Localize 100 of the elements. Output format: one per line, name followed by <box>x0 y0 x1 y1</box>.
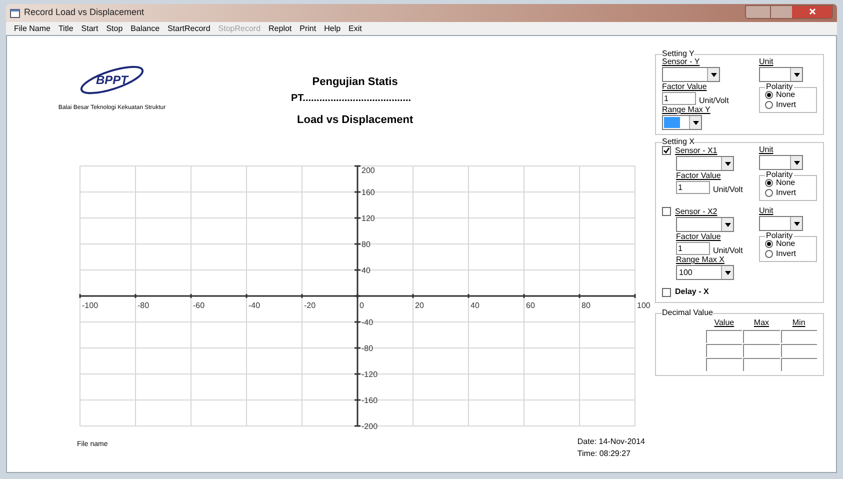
tick-label: 0 <box>360 301 364 310</box>
menu-item[interactable]: File Name <box>14 24 50 32</box>
menu-item[interactable]: Balance <box>130 24 160 32</box>
dropdown[interactable] <box>662 115 702 130</box>
column-header: Max <box>752 317 770 329</box>
dropdown[interactable] <box>676 156 734 171</box>
tick-label: -60 <box>193 301 205 310</box>
dropdown[interactable] <box>759 216 803 231</box>
menu-item[interactable]: Help <box>324 24 341 32</box>
unit-per-volt-label: Unit/Volt <box>713 186 743 194</box>
radio-button[interactable] <box>765 101 773 109</box>
dropdown[interactable] <box>759 155 803 170</box>
tick-label: 20 <box>415 301 424 310</box>
tick-label: 120 <box>362 214 375 223</box>
tick-label: 200 <box>362 166 375 175</box>
radio-button[interactable] <box>765 250 773 258</box>
tick-label: -160 <box>362 396 378 405</box>
field-label: Unit <box>759 207 774 215</box>
menu-item[interactable]: StartRecord <box>168 24 210 32</box>
report-title: Pengujian Statis <box>312 75 398 90</box>
field-label: Unit <box>759 146 774 154</box>
checkbox[interactable] <box>662 288 671 296</box>
menu-item[interactable]: Title <box>58 24 74 32</box>
chart-title: Load vs Displacement <box>297 112 414 128</box>
field-label: Factor Value <box>676 233 722 241</box>
close-icon[interactable] <box>792 6 832 18</box>
dropdown[interactable] <box>759 67 803 82</box>
window-title: Record Load vs Displacement <box>24 6 144 20</box>
menu-item[interactable]: Stop <box>106 24 123 32</box>
field-label: Sensor - Y <box>662 58 701 66</box>
dropdown[interactable]: 100 <box>676 265 734 280</box>
tick-label: -100 <box>82 301 98 310</box>
menu-item[interactable]: Print <box>300 24 316 32</box>
factor-input[interactable]: 1 <box>676 181 710 194</box>
field-label: Sensor - X2 <box>675 208 718 216</box>
group-title: Setting Y <box>662 50 694 58</box>
field-label: Range Max Y <box>662 106 712 114</box>
menu-item[interactable]: Exit <box>348 24 362 32</box>
checkbox[interactable] <box>662 146 671 155</box>
radio-label: None <box>776 240 796 248</box>
value-field[interactable] <box>743 344 780 357</box>
group-title: Decimal Value <box>662 309 713 317</box>
value-field[interactable] <box>780 330 817 343</box>
radio-label: Invert <box>776 250 796 258</box>
unit-per-volt-label: Unit/Volt <box>699 97 729 105</box>
dropdown-value: 100 <box>678 268 694 276</box>
group-title: Polarity <box>765 83 794 91</box>
tick-label: -80 <box>362 344 374 353</box>
menu-item[interactable]: Replot <box>268 24 292 32</box>
tick-label: 80 <box>362 240 370 249</box>
radio-button[interactable] <box>765 91 773 99</box>
column-header: Min <box>791 317 806 329</box>
group-title: Setting X <box>662 138 694 146</box>
factor-input[interactable]: 1 <box>662 92 696 105</box>
field-label: Factor Value <box>662 83 708 91</box>
tick-label: 60 <box>526 301 535 310</box>
logo-text: BPPT <box>96 72 128 89</box>
app-icon <box>10 8 20 18</box>
tick-label: 100 <box>637 301 650 310</box>
dropdown[interactable] <box>676 217 734 232</box>
field-label: Range Max X <box>676 256 726 264</box>
tick-label: -80 <box>138 301 150 310</box>
value-field[interactable] <box>743 358 780 371</box>
tick-label: -200 <box>362 422 378 431</box>
time-label: Time: 08:29:27 <box>577 448 632 460</box>
value-field[interactable] <box>743 330 780 343</box>
column-header: Value <box>713 317 736 329</box>
radio-button[interactable] <box>765 240 773 248</box>
tick-label: -120 <box>362 370 378 379</box>
value-field[interactable] <box>780 358 817 371</box>
group-title: Polarity <box>765 232 794 240</box>
unit-per-volt-label: Unit/Volt <box>713 247 743 255</box>
value-field[interactable] <box>706 358 742 371</box>
radio-label: None <box>776 179 796 187</box>
date-label: Date: 14-Nov-2014 <box>577 436 645 448</box>
field-label: Factor Value <box>676 172 722 180</box>
radio-label: None <box>776 91 796 99</box>
radio-button[interactable] <box>765 189 773 197</box>
tick-label: 80 <box>582 301 590 310</box>
field-label: Sensor - X1 <box>675 146 718 154</box>
value-field[interactable] <box>706 344 742 357</box>
value-field[interactable] <box>780 344 817 357</box>
menu-item[interactable]: Start <box>81 24 98 32</box>
tick-label: -40 <box>248 301 260 310</box>
checkbox[interactable] <box>662 207 671 216</box>
window-controls[interactable] <box>745 4 833 18</box>
checkbox-label: Delay - X <box>675 286 709 298</box>
tick-label: -20 <box>304 301 316 310</box>
company-line: PT....................................... <box>291 92 412 106</box>
group-title: Polarity <box>765 171 794 179</box>
tick-label: 160 <box>362 188 375 197</box>
radio-button[interactable] <box>765 179 773 187</box>
radio-label: Invert <box>776 101 796 109</box>
factor-input[interactable]: 1 <box>676 242 710 255</box>
tick-label: -40 <box>362 318 374 327</box>
tick-label: 40 <box>470 301 480 310</box>
tick-label: 40 <box>362 266 370 275</box>
dropdown[interactable] <box>662 67 720 82</box>
radio-label: Invert <box>776 189 796 197</box>
value-field[interactable] <box>706 330 742 343</box>
